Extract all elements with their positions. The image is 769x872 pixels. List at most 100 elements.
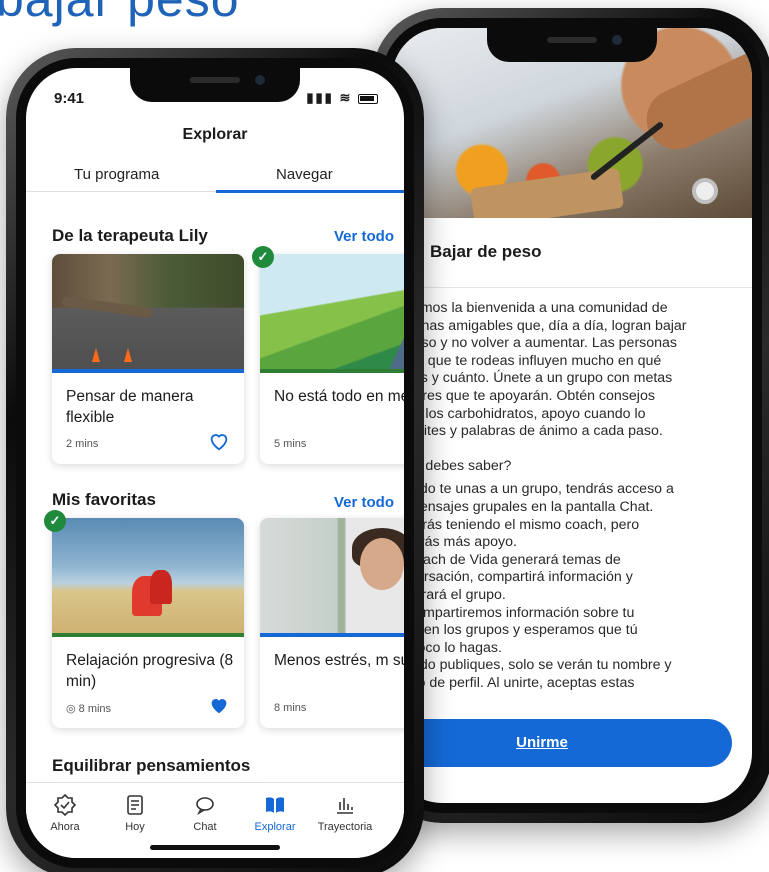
nav-item-chat[interactable]: Chat [170, 793, 240, 833]
front-notch [130, 68, 300, 102]
active-tab-indicator [216, 190, 404, 193]
card-duration: 8 mins [274, 702, 307, 714]
page-title: Explorar [182, 126, 248, 143]
thumb-fallen-tree [61, 295, 153, 319]
thumb-feet [150, 570, 172, 604]
completed-check-icon: ✓ [252, 246, 274, 268]
hero-knife [589, 120, 665, 182]
info-list-line: los mensajes grupales en la pantalla Cha… [392, 498, 654, 515]
book-icon [266, 797, 284, 813]
group-header: Bajar de peso [392, 218, 752, 288]
card-title: Relajación progresiva (8 min) [66, 652, 234, 690]
nav-item-trayectoria[interactable]: Trayectoria [310, 793, 380, 833]
hero-watch [692, 178, 718, 204]
back-notch [487, 28, 657, 62]
card-thumbnail [52, 518, 244, 636]
section-title-favorites: Mis favoritas [52, 490, 156, 509]
description-line: necesites y palabras de ánimo a cada pas… [392, 423, 663, 440]
card-pensar-flexible[interactable]: Pensar de manera flexible 2 mins [52, 254, 244, 464]
status-time: 9:41 [54, 90, 85, 107]
info-list-line: conversación, compartirá información y [392, 569, 633, 586]
see-all-link-favorites[interactable]: Ver todo [334, 494, 394, 511]
nav-item-hoy[interactable]: Hoy [100, 793, 170, 833]
group-title: Bajar de peso [430, 242, 542, 261]
section-title-therapist: De la terapeuta Lily [52, 226, 208, 245]
nav-label: Trayectoria [317, 821, 373, 833]
bar-chart-icon [337, 798, 353, 814]
info-list-line: tu foto de perfil. Al unirte, aceptas es… [392, 674, 635, 691]
description-line: de las que te rodeas influyen mucho en q… [392, 352, 662, 369]
heart-filled-icon[interactable] [208, 694, 230, 716]
what-to-know-heading: ¿Qué debes saber? [392, 457, 512, 474]
status-icons: ▮▮▮ ≋ [306, 90, 378, 106]
description-line: comes y cuánto. Únete a un grupo con met… [392, 370, 673, 387]
card-duration: 2 mins [66, 438, 99, 450]
nav-label: Ahora [50, 821, 80, 833]
wifi-icon: ≋ [339, 90, 353, 105]
battery-icon [358, 93, 378, 104]
heart-outline-icon[interactable] [208, 430, 230, 452]
description-line: de peso y no volver a aumentar. Las pers… [392, 335, 678, 352]
hero-arm [636, 37, 752, 159]
tab-bar: Tu programa Navegar [26, 158, 404, 193]
card-accent-bar [52, 633, 244, 637]
card-title: Menos estrés, m sueño [274, 652, 404, 669]
card-accent-bar [52, 369, 244, 373]
info-list-line: Cuando te unas a un grupo, tendrás acces… [392, 481, 674, 498]
info-list-line: Seguirás teniendo el mismo coach, pero [392, 516, 640, 533]
card-thumbnail [52, 254, 244, 372]
thumb-cone [92, 348, 100, 362]
description-line: similares que te apoyarán. Obtén consejo… [392, 387, 655, 404]
nav-item-explorar[interactable]: Explorar [240, 793, 310, 833]
check-badge-icon [53, 793, 77, 817]
info-list-line: recibirás más apoyo. [392, 534, 517, 551]
description-line: sobre los carbohidratos, apoyo cuando lo [392, 405, 646, 422]
card-duration: 5 mins [274, 438, 307, 450]
play-icon: ◎ [66, 703, 79, 715]
signal-icon: ▮▮▮ [306, 90, 334, 105]
back-phone: Bajar de peso Te damos la bienvenida a u… [372, 8, 769, 823]
camera [255, 75, 265, 85]
info-list-line: salud en los grupos y esperamos que tú [392, 622, 638, 639]
description-line: Te damos la bienvenida a una comunidad d… [392, 300, 668, 316]
home-indicator [150, 845, 280, 850]
group-description: Te damos la bienvenida a una comunidad d… [392, 300, 731, 692]
front-phone-screen: 9:41 ▮▮▮ ≋ Explorar Tu programa Navegar … [26, 68, 404, 858]
front-phone: 9:41 ▮▮▮ ≋ Explorar Tu programa Navegar … [6, 48, 424, 872]
card-menos-estres[interactable]: Menos estrés, m sueño 8 mins [260, 518, 404, 728]
chat-bubble-icon [196, 797, 214, 816]
nav-item-ahora[interactable]: Ahora [30, 793, 100, 833]
card-thumbnail [260, 254, 404, 372]
info-list-line: Cuando publiques, solo se verán tu nombr… [392, 657, 672, 674]
info-list-line: tampoco lo hagas. [392, 639, 502, 656]
speaker [190, 77, 240, 83]
card-duration: ◎ 8 mins [66, 702, 111, 715]
thumb-head [360, 538, 404, 590]
card-accent-bar [260, 369, 404, 373]
section-title-balance: Equilibrar pensamientos [52, 756, 251, 775]
nav-label: Explorar [254, 821, 296, 833]
card-title: No está todo en mente [274, 388, 404, 405]
camera [612, 35, 622, 45]
page-heading: bajar peso [0, 0, 240, 28]
info-list-line: Un coach de Vida generará temas de [392, 551, 621, 568]
nav-label: Hoy [125, 821, 145, 833]
tab-navegar[interactable]: Navegar [276, 166, 333, 183]
card-relajacion[interactable]: ✓ Relajación progresiva (8 min) ◎ 8 mins [44, 510, 244, 728]
thumb-cone [124, 348, 132, 362]
card-title: Pensar de manera flexible [66, 388, 194, 426]
card-thumbnail [260, 518, 404, 636]
join-button[interactable]: Unirme [392, 719, 732, 767]
completed-check-icon: ✓ [44, 510, 66, 532]
see-all-link-therapist[interactable]: Ver todo [334, 228, 394, 245]
card-no-esta-todo[interactable]: ✓ No está todo en mente 5 mins [252, 246, 404, 464]
speaker [547, 37, 597, 43]
bottom-nav: Ahora Hoy Chat Explorar Trayectoria [26, 782, 404, 858]
tab-tu-programa[interactable]: Tu programa [74, 166, 159, 183]
list-icon [127, 795, 143, 815]
nav-label: Chat [193, 821, 217, 833]
thumb-road [388, 312, 404, 372]
info-list-line: No compartiremos información sobre tu [392, 604, 635, 621]
card-accent-bar [260, 633, 404, 637]
